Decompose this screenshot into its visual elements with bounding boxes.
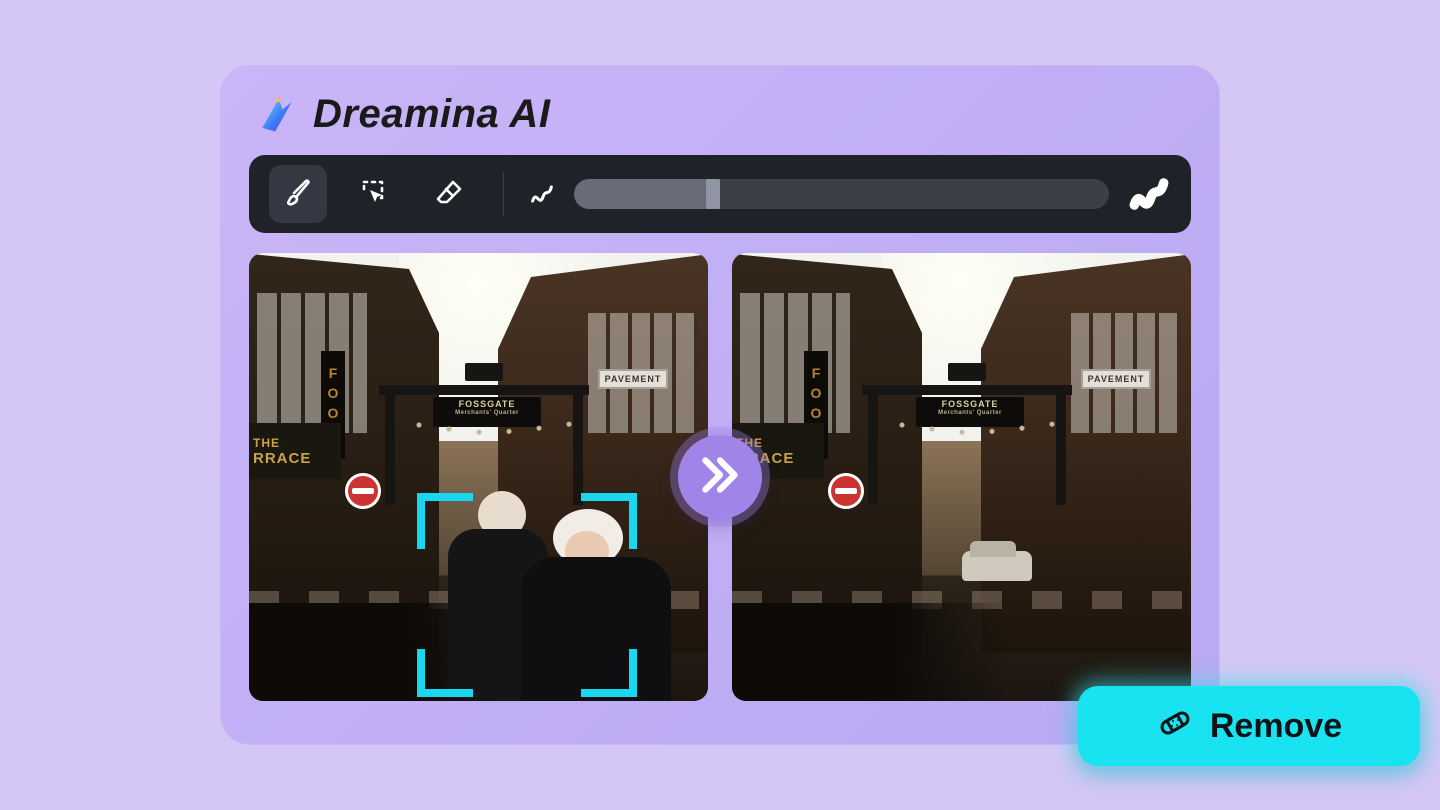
scene-bg: FOOD FOSSGATE Merchants' Quarter PAVEMEN… xyxy=(732,253,1191,701)
brand-name: Dreamina AI xyxy=(313,92,550,137)
slider-fill xyxy=(574,179,713,209)
before-image[interactable]: FOOD FOSSGATE Merchants' Quarter PAVEMEN… xyxy=(249,253,708,701)
terrace-line1: THE xyxy=(253,436,280,450)
remove-label: Remove xyxy=(1210,707,1342,746)
terrace-sign: THE RRACE xyxy=(249,423,341,479)
brush-size-min-icon xyxy=(528,180,556,208)
eraser-icon xyxy=(434,176,466,213)
before-after-row: FOOD FOSSGATE Merchants' Quarter PAVEMEN… xyxy=(249,253,1191,701)
brand-row: Dreamina AI xyxy=(255,92,1191,137)
app-card: Dreamina AI xyxy=(220,65,1220,745)
arch-sign-title: FOSSGATE xyxy=(942,399,999,409)
terrace-line2: RRACE xyxy=(253,450,311,467)
double-chevron-right-icon xyxy=(695,450,745,505)
brush-icon xyxy=(282,176,314,213)
no-entry-sign-icon xyxy=(345,473,381,509)
dreamina-logo-icon xyxy=(255,93,299,137)
eraser-tool[interactable] xyxy=(421,165,479,223)
bandage-icon xyxy=(1156,703,1194,750)
toolbar xyxy=(249,155,1191,233)
selection-corner-bottom-left[interactable] xyxy=(417,649,473,697)
lasso-cursor-icon xyxy=(358,176,390,213)
transform-arrow-badge xyxy=(678,435,762,519)
after-image[interactable]: FOOD FOSSGATE Merchants' Quarter PAVEMEN… xyxy=(732,253,1191,701)
pavement-sign: PAVEMENT xyxy=(598,369,668,389)
arch-sign-title: FOSSGATE xyxy=(459,399,516,409)
selection-corner-top-left[interactable] xyxy=(417,493,473,549)
selection-corner-top-right[interactable] xyxy=(581,493,637,549)
slider-thumb[interactable] xyxy=(706,179,720,209)
page-card: Dreamina AI xyxy=(20,20,1420,790)
pavement-sign: PAVEMENT xyxy=(1081,369,1151,389)
brush-size-max-icon xyxy=(1127,172,1171,216)
remove-button[interactable]: Remove xyxy=(1078,686,1420,766)
brush-tool[interactable] xyxy=(269,165,327,223)
toolbar-divider xyxy=(503,172,504,216)
distant-car xyxy=(962,551,1032,581)
no-entry-sign-icon xyxy=(828,473,864,509)
brush-size-slider[interactable] xyxy=(574,179,1109,209)
selection-corner-bottom-right[interactable] xyxy=(581,649,637,697)
lasso-select-tool[interactable] xyxy=(345,165,403,223)
